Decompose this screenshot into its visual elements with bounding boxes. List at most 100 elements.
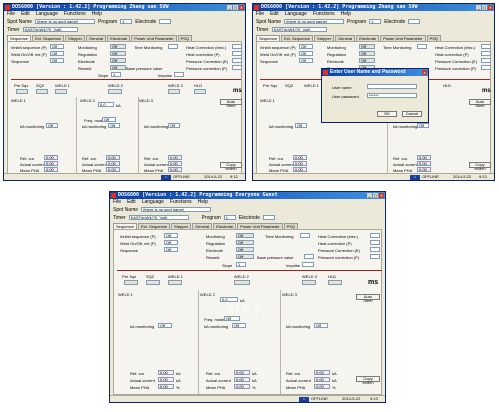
ka-monitoring-field-1[interactable]: Off bbox=[295, 123, 307, 128]
heat-corr-p-field[interactable] bbox=[232, 51, 242, 56]
weld-onoff-field[interactable]: Off bbox=[164, 240, 178, 245]
sqz-field[interactable] bbox=[36, 89, 48, 94]
ka-monitoring-field-3[interactable]: Off bbox=[314, 323, 328, 328]
sequence-field[interactable]: Off bbox=[299, 58, 313, 63]
impulse-field[interactable] bbox=[174, 72, 184, 77]
time-monitoring-field[interactable] bbox=[168, 44, 178, 49]
copy-extern-button[interactable]: Copy extern bbox=[356, 376, 380, 385]
menu-edit[interactable]: Edit bbox=[127, 199, 136, 205]
maximize-button[interactable]: □ bbox=[482, 5, 487, 10]
menu-functions[interactable]: Functions bbox=[313, 11, 335, 17]
electrode-param-field[interactable]: Off bbox=[359, 58, 375, 63]
cancel-button[interactable]: Cancel bbox=[402, 111, 422, 117]
menu-language[interactable]: Language bbox=[142, 199, 164, 205]
weld2-time-field[interactable] bbox=[234, 280, 250, 285]
ka-monitoring-field-1[interactable]: Off bbox=[46, 123, 58, 128]
menu-functions[interactable]: Functions bbox=[64, 11, 86, 17]
menu-help[interactable]: Help bbox=[341, 11, 351, 17]
user-name-input[interactable] bbox=[367, 84, 417, 89]
weld3-field[interactable] bbox=[168, 89, 180, 94]
regulation-field[interactable]: Off bbox=[110, 51, 126, 56]
heat-corr-p-field[interactable] bbox=[370, 240, 380, 245]
spot-name-field[interactable]: (there is no spot name) bbox=[35, 19, 96, 24]
close-button[interactable]: × bbox=[239, 5, 244, 10]
pressure-corr-e-field[interactable] bbox=[370, 247, 380, 252]
regulation-field[interactable]: Off bbox=[359, 51, 375, 56]
menu-file[interactable]: File bbox=[256, 11, 264, 17]
menu-functions[interactable]: Functions bbox=[170, 199, 192, 205]
menu-edit[interactable]: Edit bbox=[270, 11, 279, 17]
ka-monitoring-field-2[interactable]: Off bbox=[232, 323, 246, 328]
heat-corr-field[interactable] bbox=[232, 44, 242, 49]
ka-monitoring-field-3[interactable]: Off bbox=[168, 123, 180, 128]
timer-select[interactable]: KASTönW4(70_Volt) bbox=[271, 27, 327, 32]
maximize-button[interactable]: □ bbox=[373, 193, 378, 198]
monitoring-field[interactable]: Off bbox=[110, 44, 126, 49]
menu-edit[interactable]: Edit bbox=[21, 11, 30, 17]
electrode-param-field[interactable]: Off bbox=[110, 58, 126, 63]
program-field[interactable]: 1 bbox=[223, 215, 236, 220]
menu-help[interactable]: Help bbox=[198, 199, 208, 205]
reweld-field[interactable]: Off bbox=[236, 254, 254, 259]
weld2-current-field[interactable]: 0.0 bbox=[98, 102, 114, 107]
auto-steer-button[interactable]: Auto Steer bbox=[220, 99, 242, 108]
minimize-button[interactable]: _ bbox=[227, 5, 232, 10]
monitoring-field[interactable]: Off bbox=[359, 44, 375, 49]
electrode-field[interactable] bbox=[159, 19, 172, 24]
dialog-close-button[interactable]: × bbox=[422, 70, 427, 75]
timer-select[interactable]: KASTönW4(70_Volt) bbox=[22, 27, 78, 32]
weld-onoff-field[interactable]: Off bbox=[50, 51, 64, 56]
weld1-field[interactable] bbox=[55, 89, 67, 94]
menu-language[interactable]: Language bbox=[36, 11, 58, 17]
reweld-field[interactable]: Off bbox=[110, 65, 126, 70]
electrode-field[interactable] bbox=[262, 215, 275, 220]
weld1-field[interactable] bbox=[168, 280, 182, 285]
pressure-corr-p-field[interactable] bbox=[370, 254, 380, 259]
timer-select[interactable]: KASTönW4(70_Volt) bbox=[128, 215, 189, 220]
time-monitoring-field[interactable] bbox=[300, 233, 310, 238]
ok-button[interactable]: OK bbox=[377, 111, 397, 117]
heat-corr-field[interactable] bbox=[481, 44, 491, 49]
spot-name-field[interactable]: (there is no spot name) bbox=[141, 207, 212, 212]
inhibit-field[interactable]: Off bbox=[299, 44, 313, 49]
regulation-field[interactable]: Off bbox=[236, 240, 254, 245]
minimize-button[interactable]: _ bbox=[367, 193, 372, 198]
maximize-button[interactable]: □ bbox=[233, 5, 238, 10]
inhibit-field[interactable]: Off bbox=[164, 233, 178, 238]
pressure-corr-e-field[interactable] bbox=[232, 58, 242, 63]
weld3-field[interactable] bbox=[302, 280, 316, 285]
impulse-field[interactable] bbox=[302, 262, 314, 267]
hld-field[interactable] bbox=[328, 280, 342, 285]
heat-corr-p-field[interactable] bbox=[481, 51, 491, 56]
menu-language[interactable]: Language bbox=[285, 11, 307, 17]
pre-sqz-field[interactable] bbox=[16, 89, 28, 94]
menu-file[interactable]: File bbox=[7, 11, 15, 17]
sqz-field[interactable] bbox=[146, 280, 160, 285]
ka-monitoring-field-3[interactable]: Off bbox=[417, 123, 429, 128]
ka-monitoring-field-2[interactable]: Off bbox=[108, 123, 120, 128]
inhibit-field[interactable]: Off bbox=[50, 44, 64, 49]
auto-steer-button[interactable]: Auto Steer bbox=[356, 294, 380, 303]
close-button[interactable]: × bbox=[488, 5, 493, 10]
copy-extern-button[interactable]: Copy extern bbox=[469, 162, 491, 171]
electrode-field[interactable] bbox=[408, 19, 421, 24]
pre-sqz-field[interactable] bbox=[124, 280, 138, 285]
spot-name-field[interactable]: (there is no spot name) bbox=[284, 19, 345, 24]
heat-corr-field[interactable] bbox=[370, 233, 380, 238]
time-monitoring-field[interactable] bbox=[417, 44, 427, 49]
ka-monitoring-field-1[interactable]: Off bbox=[158, 323, 172, 328]
slope-field[interactable]: 1 bbox=[236, 262, 246, 267]
close-button[interactable]: × bbox=[379, 193, 384, 198]
minimize-button[interactable]: _ bbox=[476, 5, 481, 10]
monitoring-field[interactable]: Off bbox=[236, 233, 254, 238]
menu-help[interactable]: Help bbox=[92, 11, 102, 17]
pressure-corr-e-field[interactable] bbox=[481, 58, 491, 63]
weld-onoff-field[interactable]: Off bbox=[299, 51, 313, 56]
program-field[interactable]: 1 bbox=[369, 19, 382, 24]
hld-field[interactable] bbox=[194, 89, 206, 94]
password-input[interactable]: ****** bbox=[367, 93, 417, 98]
sequence-field[interactable]: Off bbox=[164, 247, 178, 252]
program-field[interactable]: 1 bbox=[120, 19, 133, 24]
electrode-param-field[interactable]: Off bbox=[236, 247, 254, 252]
auto-steer-button[interactable]: Auto Steer bbox=[469, 99, 491, 108]
